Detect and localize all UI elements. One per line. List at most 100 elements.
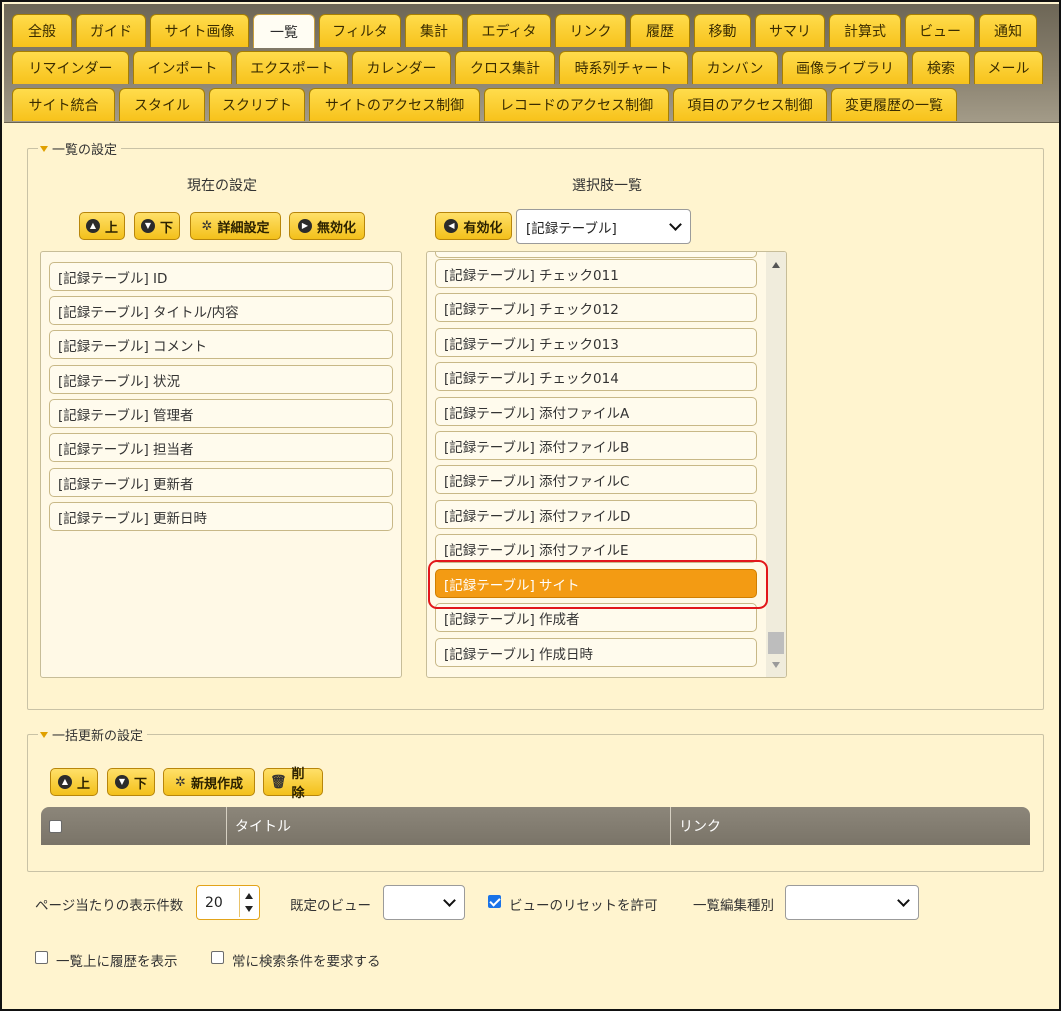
default-view-select[interactable] xyxy=(383,885,465,920)
table-select[interactable]: [記録テーブル] xyxy=(516,209,691,244)
tab-summary[interactable]: サマリ xyxy=(755,14,825,47)
allow-reset-checkbox[interactable] xyxy=(488,895,501,908)
show-history-checkbox[interactable] xyxy=(35,951,48,964)
chevron-down-icon: ▼ xyxy=(141,219,155,233)
options-scrollbar[interactable] xyxy=(766,252,786,677)
collapse-triangle-icon xyxy=(40,145,48,152)
list-item[interactable]: [記録テーブル] 添付ファイルB xyxy=(435,431,757,460)
disable-label: 無効化 xyxy=(316,220,356,236)
tab-site-image[interactable]: サイト画像 xyxy=(150,14,249,47)
bulk-update-legend[interactable]: 一括更新の設定 xyxy=(38,725,148,744)
allow-reset-label: ビューのリセットを許可 xyxy=(509,898,658,914)
chevron-up-icon: ▲ xyxy=(86,219,100,233)
collapse-triangle-icon xyxy=(40,731,48,738)
tab-script[interactable]: スクリプト xyxy=(209,88,305,121)
list-item[interactable]: [記録テーブル] 添付ファイルD xyxy=(435,500,757,529)
gear-icon: ✲ xyxy=(175,774,186,790)
edit-type-select[interactable] xyxy=(785,885,919,920)
list-item[interactable]: [記録テーブル] チェック014 xyxy=(435,362,757,391)
disable-button[interactable]: ▶ 無効化 xyxy=(289,212,365,240)
enable-button[interactable]: ◀ 有効化 xyxy=(435,212,512,240)
move-up-button[interactable]: ▲ 上 xyxy=(79,212,125,240)
detail-settings-button[interactable]: ✲ 詳細設定 xyxy=(190,212,281,240)
chevron-down-icon xyxy=(669,217,682,231)
column-header-title[interactable]: タイトル xyxy=(227,807,670,845)
bulk-up-button[interactable]: ▲ 上 xyxy=(50,768,98,796)
list-item[interactable]: [記録テーブル] 作成日時 xyxy=(435,638,757,667)
list-item[interactable]: [記録テーブル] 管理者 xyxy=(49,399,393,428)
bulk-update-legend-text: 一括更新の設定 xyxy=(52,729,144,744)
detail-settings-label: 詳細設定 xyxy=(217,220,270,236)
tab-list[interactable]: 一覧 xyxy=(253,14,315,48)
list-item[interactable]: [記録テーブル] チェック012 xyxy=(435,293,757,322)
new-button[interactable]: ✲ 新規作成 xyxy=(163,768,255,796)
list-item[interactable]: [記録テーブル] タイトル/内容 xyxy=(49,296,393,325)
list-settings-legend-text: 一覧の設定 xyxy=(52,143,118,158)
tab-editor[interactable]: エディタ xyxy=(467,14,551,47)
delete-button[interactable]: 🗑 削除 xyxy=(263,767,323,801)
list-item[interactable]: [記録テーブル] 添付ファイルC xyxy=(435,465,757,494)
list-item[interactable]: [記録テーブル] 更新日時 xyxy=(49,502,393,531)
tab-change-history-list[interactable]: 変更履歴の一覧 xyxy=(831,88,957,121)
tab-crosstab[interactable]: クロス集計 xyxy=(455,51,555,84)
current-settings-title: 現在の設定 xyxy=(187,178,257,194)
per-page-stepper[interactable] xyxy=(239,888,257,917)
column-header-link[interactable]: リンク xyxy=(671,807,1030,845)
tab-import[interactable]: インポート xyxy=(133,51,232,84)
scroll-down-icon[interactable] xyxy=(772,662,780,668)
tab-image-library[interactable]: 画像ライブラリ xyxy=(782,51,908,84)
options-title: 選択肢一覧 xyxy=(572,178,642,194)
move-down-button[interactable]: ▼ 下 xyxy=(134,212,180,240)
spin-down-icon[interactable] xyxy=(245,906,253,912)
tab-formula[interactable]: 計算式 xyxy=(829,14,901,47)
list-item[interactable]: [記録テーブル] ID xyxy=(49,262,393,291)
bulk-down-button[interactable]: ▼ 下 xyxy=(107,768,155,796)
tab-record-access-control[interactable]: レコードのアクセス制御 xyxy=(484,88,669,121)
list-item-partial xyxy=(435,252,757,258)
tab-export[interactable]: エクスポート xyxy=(236,51,348,84)
tab-history[interactable]: 履歴 xyxy=(630,14,690,47)
chevron-down-icon xyxy=(443,893,456,907)
spin-up-icon[interactable] xyxy=(245,893,253,899)
chevron-right-icon: ▶ xyxy=(297,219,312,233)
list-item[interactable]: [記録テーブル] 状況 xyxy=(49,365,393,394)
tab-notification[interactable]: 通知 xyxy=(979,14,1037,47)
scroll-thumb[interactable] xyxy=(768,632,784,654)
tab-search[interactable]: 検索 xyxy=(912,51,970,84)
tab-site-access-control[interactable]: サイトのアクセス制御 xyxy=(309,88,480,121)
tab-move[interactable]: 移動 xyxy=(694,14,751,47)
options-list[interactable]: [記録テーブル] チェック011 [記録テーブル] チェック012 [記録テーブ… xyxy=(426,251,787,678)
list-item[interactable]: [記録テーブル] 添付ファイルE xyxy=(435,534,757,563)
tab-aggregate[interactable]: 集計 xyxy=(405,14,463,47)
bulk-down-label: 下 xyxy=(133,776,147,792)
list-item[interactable]: [記録テーブル] 添付ファイルA xyxy=(435,397,757,426)
bulk-up-label: 上 xyxy=(76,776,90,792)
tab-kanban[interactable]: カンバン xyxy=(692,51,778,84)
tab-link[interactable]: リンク xyxy=(555,14,626,47)
tab-mail[interactable]: メール xyxy=(974,51,1043,84)
list-item[interactable]: [記録テーブル] チェック011 xyxy=(435,259,757,288)
tab-general[interactable]: 全般 xyxy=(12,14,72,47)
select-all-checkbox[interactable] xyxy=(49,819,62,833)
tab-column-access-control[interactable]: 項目のアクセス制御 xyxy=(673,88,827,121)
list-settings-legend[interactable]: 一覧の設定 xyxy=(38,139,122,158)
per-page-input[interactable]: 20 xyxy=(196,885,260,920)
tab-calendar[interactable]: カレンダー xyxy=(352,51,451,84)
list-item[interactable]: [記録テーブル] 更新者 xyxy=(49,468,393,497)
tab-reminder[interactable]: リマインダー xyxy=(12,51,129,84)
list-item[interactable]: [記録テーブル] 担当者 xyxy=(49,433,393,462)
per-page-value: 20 xyxy=(205,894,223,911)
require-search-checkbox[interactable] xyxy=(211,951,224,964)
scroll-up-icon[interactable] xyxy=(772,262,780,268)
show-history-label: 一覧上に履歴を表示 xyxy=(56,954,178,970)
tab-filter[interactable]: フィルタ xyxy=(319,14,401,47)
move-up-label: 上 xyxy=(104,220,118,236)
tab-time-series[interactable]: 時系列チャート xyxy=(559,51,688,84)
tab-view[interactable]: ビュー xyxy=(905,14,975,47)
current-columns-list[interactable]: [記録テーブル] ID [記録テーブル] タイトル/内容 [記録テーブル] コメ… xyxy=(40,251,402,678)
tab-site-integration[interactable]: サイト統合 xyxy=(12,88,115,121)
list-item[interactable]: [記録テーブル] コメント xyxy=(49,330,393,359)
list-item[interactable]: [記録テーブル] チェック013 xyxy=(435,328,757,357)
tab-style[interactable]: スタイル xyxy=(119,88,205,121)
tab-guide[interactable]: ガイド xyxy=(76,14,146,47)
